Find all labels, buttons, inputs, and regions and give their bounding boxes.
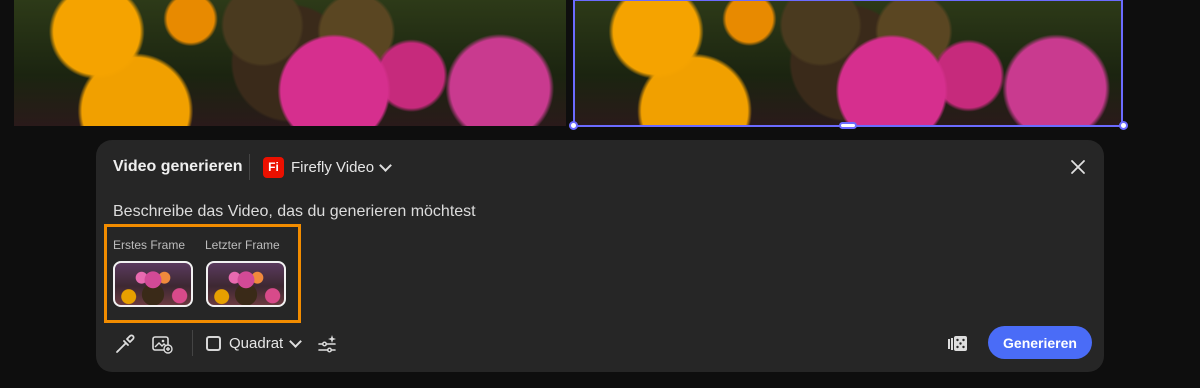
shuffle-dice-icon[interactable] — [946, 333, 968, 355]
panel-title: Video generieren — [113, 158, 243, 175]
eyedropper-icon[interactable] — [114, 333, 136, 355]
frames-highlight: Erstes Frame Letzter Frame — [104, 224, 301, 323]
aspect-ratio-icon — [206, 335, 221, 351]
image-reference-icon[interactable] — [151, 333, 173, 355]
header-divider — [249, 154, 250, 180]
last-frame-thumbnail[interactable] — [206, 261, 286, 307]
firefly-logo-icon: Fi — [263, 156, 284, 178]
resize-handle-bottom-right[interactable] — [1119, 121, 1128, 130]
chevron-down-icon — [289, 334, 303, 348]
prompt-input[interactable]: Beschreibe das Video, das du generieren … — [113, 203, 476, 221]
last-frame-label: Letzter Frame — [205, 238, 280, 252]
first-frame-thumbnail[interactable] — [113, 261, 193, 307]
canvas-frame-start[interactable] — [14, 0, 566, 126]
chevron-down-icon — [379, 158, 392, 172]
toolbar-divider — [192, 330, 193, 356]
close-icon[interactable] — [1069, 158, 1087, 176]
model-selector[interactable]: Fi Firefly Video — [263, 156, 392, 178]
canvas-frame-end-selected[interactable] — [573, 0, 1123, 127]
aspect-ratio-selector[interactable]: Quadrat — [206, 332, 303, 354]
first-frame-label: Erstes Frame — [113, 238, 186, 252]
resize-handle-bottom[interactable] — [839, 122, 857, 129]
model-label: Firefly Video — [291, 158, 375, 176]
magic-settings-icon[interactable] — [316, 333, 338, 355]
canvas-area — [0, 0, 1200, 130]
generate-button[interactable]: Generieren — [988, 326, 1092, 359]
resize-handle-bottom-left[interactable] — [569, 121, 578, 130]
generate-video-panel: Video generieren Fi Firefly Video Beschr… — [96, 140, 1104, 372]
aspect-ratio-label: Quadrat — [229, 334, 284, 352]
